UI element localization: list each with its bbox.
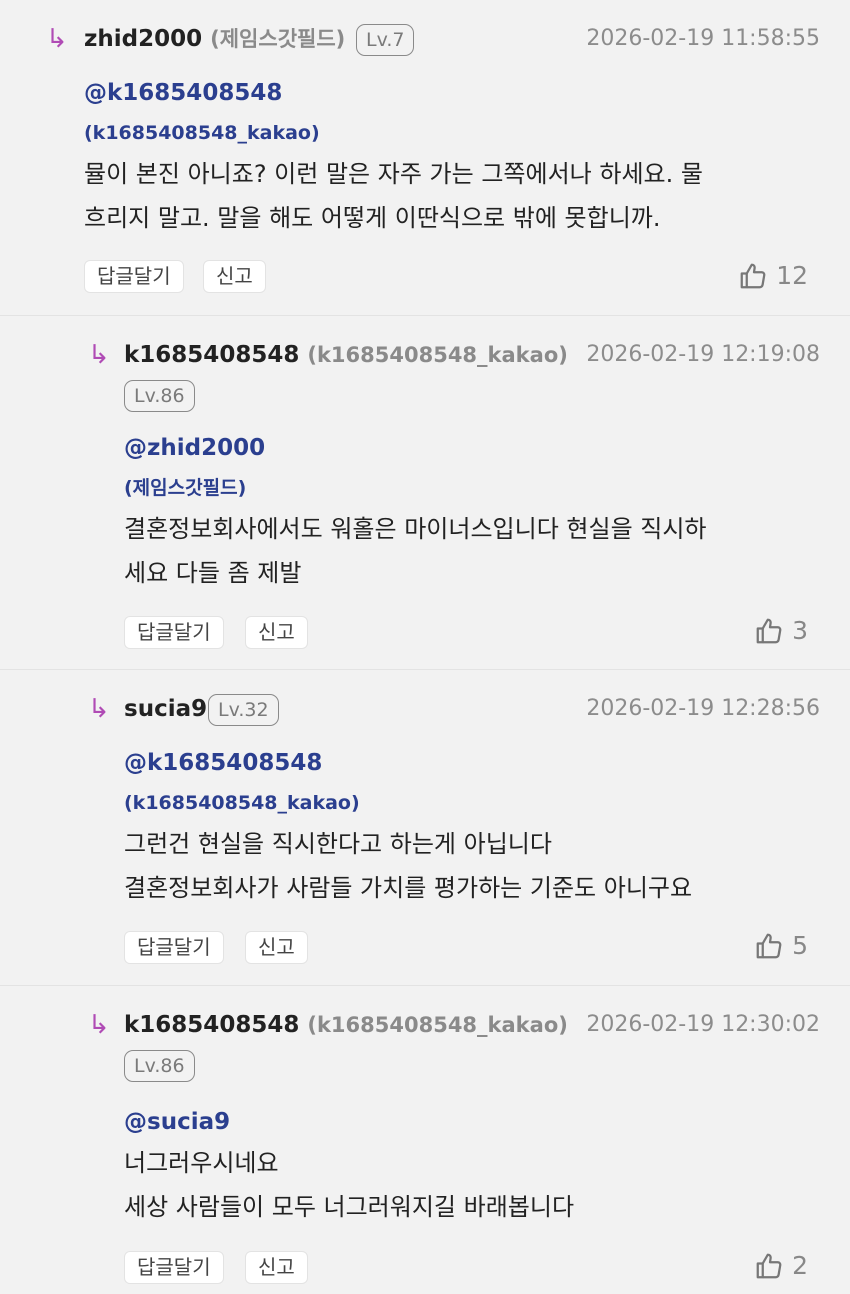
comment-timestamp: 2026-02-19 12:28:56 bbox=[586, 696, 820, 721]
like-count: 2 bbox=[792, 1251, 808, 1280]
thumbs-up-icon bbox=[756, 1253, 782, 1279]
comment-author[interactable]: k1685408548 (k1685408548_kakao) bbox=[124, 340, 568, 370]
level-badge: Lv.86 bbox=[124, 380, 195, 412]
reply-arrow-icon: ↳ bbox=[46, 24, 68, 54]
comment-item: ↳ k1685408548 (k1685408548_kakao) 2026-0… bbox=[0, 986, 850, 1294]
level-badge: Lv.7 bbox=[356, 24, 415, 56]
comment-line: 세요 다들 좀 제발 bbox=[124, 559, 302, 587]
comment-item: ↳ sucia9 Lv.32 2026-02-19 12:28:56 @k168… bbox=[0, 670, 850, 986]
mention-subname[interactable]: (제임스갓필드) bbox=[124, 475, 246, 501]
comment-line: 흐리지 말고. 말을 해도 어떻게 이딴식으로 밖에 못합니까. bbox=[84, 204, 661, 232]
thumbs-up-icon bbox=[740, 263, 766, 289]
author-nickname: sucia9 bbox=[124, 696, 208, 722]
comment-body: 너그러우시네요 세상 사람들이 모두 너그러워지길 바래봅니다 bbox=[124, 1141, 844, 1229]
comment-body: 그런건 현실을 직시한다고 하는게 아닙니다 결혼정보회사가 사람들 가치를 평… bbox=[124, 822, 844, 910]
author-subname: (제임스갓필드) bbox=[210, 27, 346, 51]
comment-body: 뮬이 본진 아니죠? 이런 말은 자주 가는 그쪽에서나 하세요. 물 흐리지 … bbox=[84, 152, 804, 240]
comment-line: 너그러우시네요 bbox=[124, 1149, 279, 1177]
mention-subname[interactable]: (k1685408548_kakao) bbox=[124, 790, 360, 816]
like-count: 5 bbox=[792, 931, 808, 960]
comment-item: ↳ zhid2000 (제임스갓필드) Lv.7 2026-02-19 11:5… bbox=[0, 0, 850, 316]
like-button[interactable]: 2 bbox=[754, 1250, 808, 1282]
level-badge: Lv.32 bbox=[208, 694, 279, 726]
like-button[interactable]: 12 bbox=[738, 260, 808, 292]
like-count: 3 bbox=[792, 616, 808, 645]
comment-author[interactable]: k1685408548 (k1685408548_kakao) bbox=[124, 1010, 568, 1040]
comment-line: 뮬이 본진 아니죠? 이런 말은 자주 가는 그쪽에서나 하세요. 물 bbox=[84, 160, 703, 188]
comment-line: 결혼정보회사가 사람들 가치를 평가하는 기준도 아니구요 bbox=[124, 874, 693, 902]
author-nickname: zhid2000 bbox=[84, 26, 203, 52]
like-button[interactable]: 5 bbox=[754, 930, 808, 962]
comment-timestamp: 2026-02-19 12:19:08 bbox=[586, 342, 820, 367]
like-count: 12 bbox=[776, 261, 808, 290]
level-badge: Lv.86 bbox=[124, 1050, 195, 1082]
comment-line: 그런건 현실을 직시한다고 하는게 아닙니다 bbox=[124, 830, 552, 858]
report-button[interactable]: 신고 bbox=[245, 1251, 308, 1284]
reply-arrow-icon: ↳ bbox=[88, 694, 110, 724]
reply-arrow-icon: ↳ bbox=[88, 1010, 110, 1040]
author-nickname: k1685408548 bbox=[124, 342, 300, 368]
comment-timestamp: 2026-02-19 11:58:55 bbox=[586, 26, 820, 51]
report-button[interactable]: 신고 bbox=[245, 616, 308, 649]
like-button[interactable]: 3 bbox=[754, 615, 808, 647]
reply-arrow-icon: ↳ bbox=[88, 340, 110, 370]
mention-subname[interactable]: (k1685408548_kakao) bbox=[84, 120, 320, 146]
mention-user[interactable]: @k1685408548 bbox=[84, 78, 282, 108]
report-button[interactable]: 신고 bbox=[245, 931, 308, 964]
author-subname: (k1685408548_kakao) bbox=[307, 343, 568, 367]
thumbs-up-icon bbox=[756, 618, 782, 644]
mention-user[interactable]: @k1685408548 bbox=[124, 748, 322, 778]
reply-button[interactable]: 답글달기 bbox=[124, 931, 224, 964]
author-subname: (k1685408548_kakao) bbox=[307, 1013, 568, 1037]
comment-item: ↳ k1685408548 (k1685408548_kakao) 2026-0… bbox=[0, 316, 850, 670]
comment-line: 결혼정보회사에서도 워홀은 마이너스입니다 현실을 직시하 bbox=[124, 515, 707, 543]
reply-button[interactable]: 답글달기 bbox=[84, 260, 184, 293]
author-nickname: k1685408548 bbox=[124, 1012, 300, 1038]
comment-body: 결혼정보회사에서도 워홀은 마이너스입니다 현실을 직시하 세요 다들 좀 제발 bbox=[124, 507, 844, 595]
comment-line: 세상 사람들이 모두 너그러워지길 바래봅니다 bbox=[124, 1193, 575, 1221]
comment-timestamp: 2026-02-19 12:30:02 bbox=[586, 1012, 820, 1037]
comment-author[interactable]: zhid2000 (제임스갓필드) bbox=[84, 24, 345, 54]
reply-button[interactable]: 답글달기 bbox=[124, 1251, 224, 1284]
reply-button[interactable]: 답글달기 bbox=[124, 616, 224, 649]
thumbs-up-icon bbox=[756, 933, 782, 959]
mention-user[interactable]: @zhid2000 bbox=[124, 433, 265, 463]
report-button[interactable]: 신고 bbox=[203, 260, 266, 293]
mention-user[interactable]: @sucia9 bbox=[124, 1107, 230, 1137]
comment-author[interactable]: sucia9 bbox=[124, 694, 207, 724]
